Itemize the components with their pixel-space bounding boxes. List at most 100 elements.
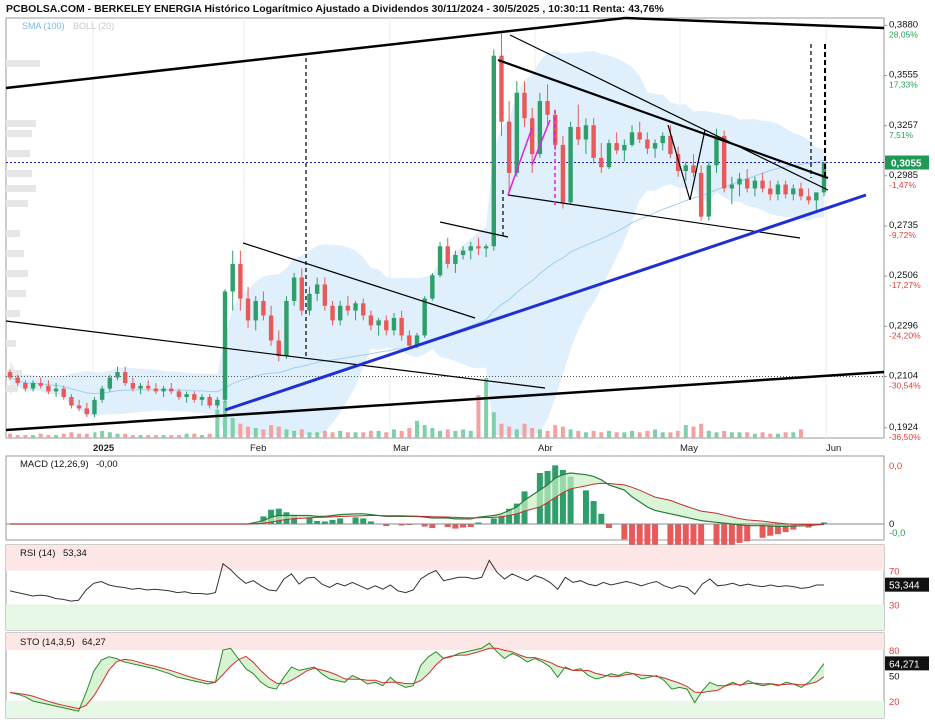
volume-bar — [461, 429, 466, 438]
volume-bar — [422, 425, 427, 438]
volume-bar — [246, 426, 251, 438]
candle-body — [384, 320, 389, 331]
volume-bar — [322, 430, 327, 438]
candle-body — [169, 388, 174, 392]
volume-profile-bar — [6, 290, 26, 297]
volume-bar — [15, 435, 20, 438]
candle-body — [138, 385, 143, 389]
candle-body — [284, 300, 289, 357]
macd-histogram-bar — [352, 517, 359, 524]
candle-body — [391, 317, 397, 331]
macd-histogram-bar — [429, 524, 436, 529]
candle-body — [307, 293, 312, 311]
macd-histogram-bar — [460, 524, 467, 528]
x-axis-label: Mar — [393, 443, 409, 454]
macd-histogram-bar — [360, 518, 367, 524]
candle-body — [76, 405, 82, 409]
volume-bar — [583, 432, 588, 438]
candle-body — [399, 317, 404, 336]
volume-bar — [530, 428, 535, 438]
candle-body — [53, 388, 59, 392]
volume-bar — [176, 435, 181, 438]
volume-bar — [476, 395, 481, 438]
candle-body — [314, 284, 320, 294]
volume-bar — [192, 433, 197, 438]
volume-bar — [345, 432, 350, 438]
candle-body — [645, 139, 650, 149]
candle-body — [729, 184, 735, 189]
candle-body — [92, 399, 97, 415]
candle-body — [153, 388, 159, 392]
candle-body — [238, 263, 243, 299]
volume-profile-bar — [6, 230, 20, 237]
candle-body — [199, 397, 205, 400]
volume-bar — [338, 430, 343, 438]
candle-body — [599, 157, 604, 168]
volume-bar — [553, 425, 558, 438]
volume-bar — [269, 425, 274, 438]
candle-body — [560, 144, 566, 203]
volume-bar — [430, 428, 435, 438]
volume-bar — [215, 409, 220, 438]
volume-profile-bar — [6, 130, 32, 137]
candle-body — [591, 125, 596, 158]
candle-body — [276, 340, 281, 357]
candle-body — [353, 303, 358, 311]
volume-bar — [399, 430, 404, 438]
volume-bar — [38, 433, 43, 438]
candle-body — [460, 250, 466, 256]
candle-body — [745, 178, 750, 189]
candle-body — [23, 383, 28, 389]
volume-bar — [537, 429, 542, 438]
volume-bar — [23, 435, 28, 438]
volume-bar — [77, 433, 82, 438]
volume-bar — [107, 432, 112, 438]
candle-body — [814, 192, 819, 201]
volume-bar — [691, 426, 696, 438]
volume-profile-bar — [6, 385, 18, 392]
sto-last-label: 64,271 — [889, 659, 920, 670]
x-axis-label: Abr — [538, 443, 553, 454]
volume-bar — [31, 435, 36, 438]
candle-body — [506, 121, 512, 173]
candle-body — [806, 196, 811, 201]
volume-bar — [368, 430, 373, 438]
candle-body — [698, 172, 704, 217]
volume-profile-bar — [6, 185, 36, 192]
macd-value: -0,00 — [96, 459, 118, 470]
price-axis-pct: -36,50% — [889, 432, 921, 442]
macd-histogram-bar — [329, 519, 336, 524]
volume-bar — [576, 430, 581, 438]
volume-bar — [737, 432, 742, 438]
chart-root: 0,3880 28,05% 0,3555 17,33% 0,3257 7,51% 0,298… — [0, 0, 935, 726]
price-axis-pct: 28,05% — [889, 29, 918, 39]
volume-bar — [100, 430, 105, 438]
volume-bar — [376, 430, 381, 438]
candle-body — [15, 377, 20, 384]
x-axis-label: Feb — [250, 443, 266, 454]
candle-body — [368, 315, 374, 326]
x-axis-label: May — [680, 443, 698, 454]
macd-histogram-bar — [621, 524, 628, 540]
volume-profile-bar — [6, 200, 28, 207]
price-axis-pct: -30,54% — [889, 380, 921, 390]
volume-bar — [115, 433, 120, 438]
volume-bar — [722, 430, 727, 438]
candle-body — [791, 188, 796, 195]
candle-body — [268, 315, 274, 341]
candle-body — [445, 246, 450, 264]
volume-bar — [514, 429, 519, 438]
sto-axis-label: 20 — [889, 697, 900, 708]
macd-title: MACD (12,26,9) — [20, 459, 89, 470]
candle-body — [161, 388, 166, 392]
candle-body — [376, 320, 381, 326]
candle-body — [606, 143, 612, 168]
rsi-oversold-zone — [6, 604, 884, 630]
macd-histogram-bar — [744, 524, 751, 542]
volume-bar — [199, 435, 204, 438]
volume-profile-bar — [6, 250, 24, 257]
candle-body — [453, 255, 458, 264]
volume-bar — [238, 423, 243, 438]
candle-body — [253, 300, 258, 321]
candle-body — [545, 101, 550, 115]
